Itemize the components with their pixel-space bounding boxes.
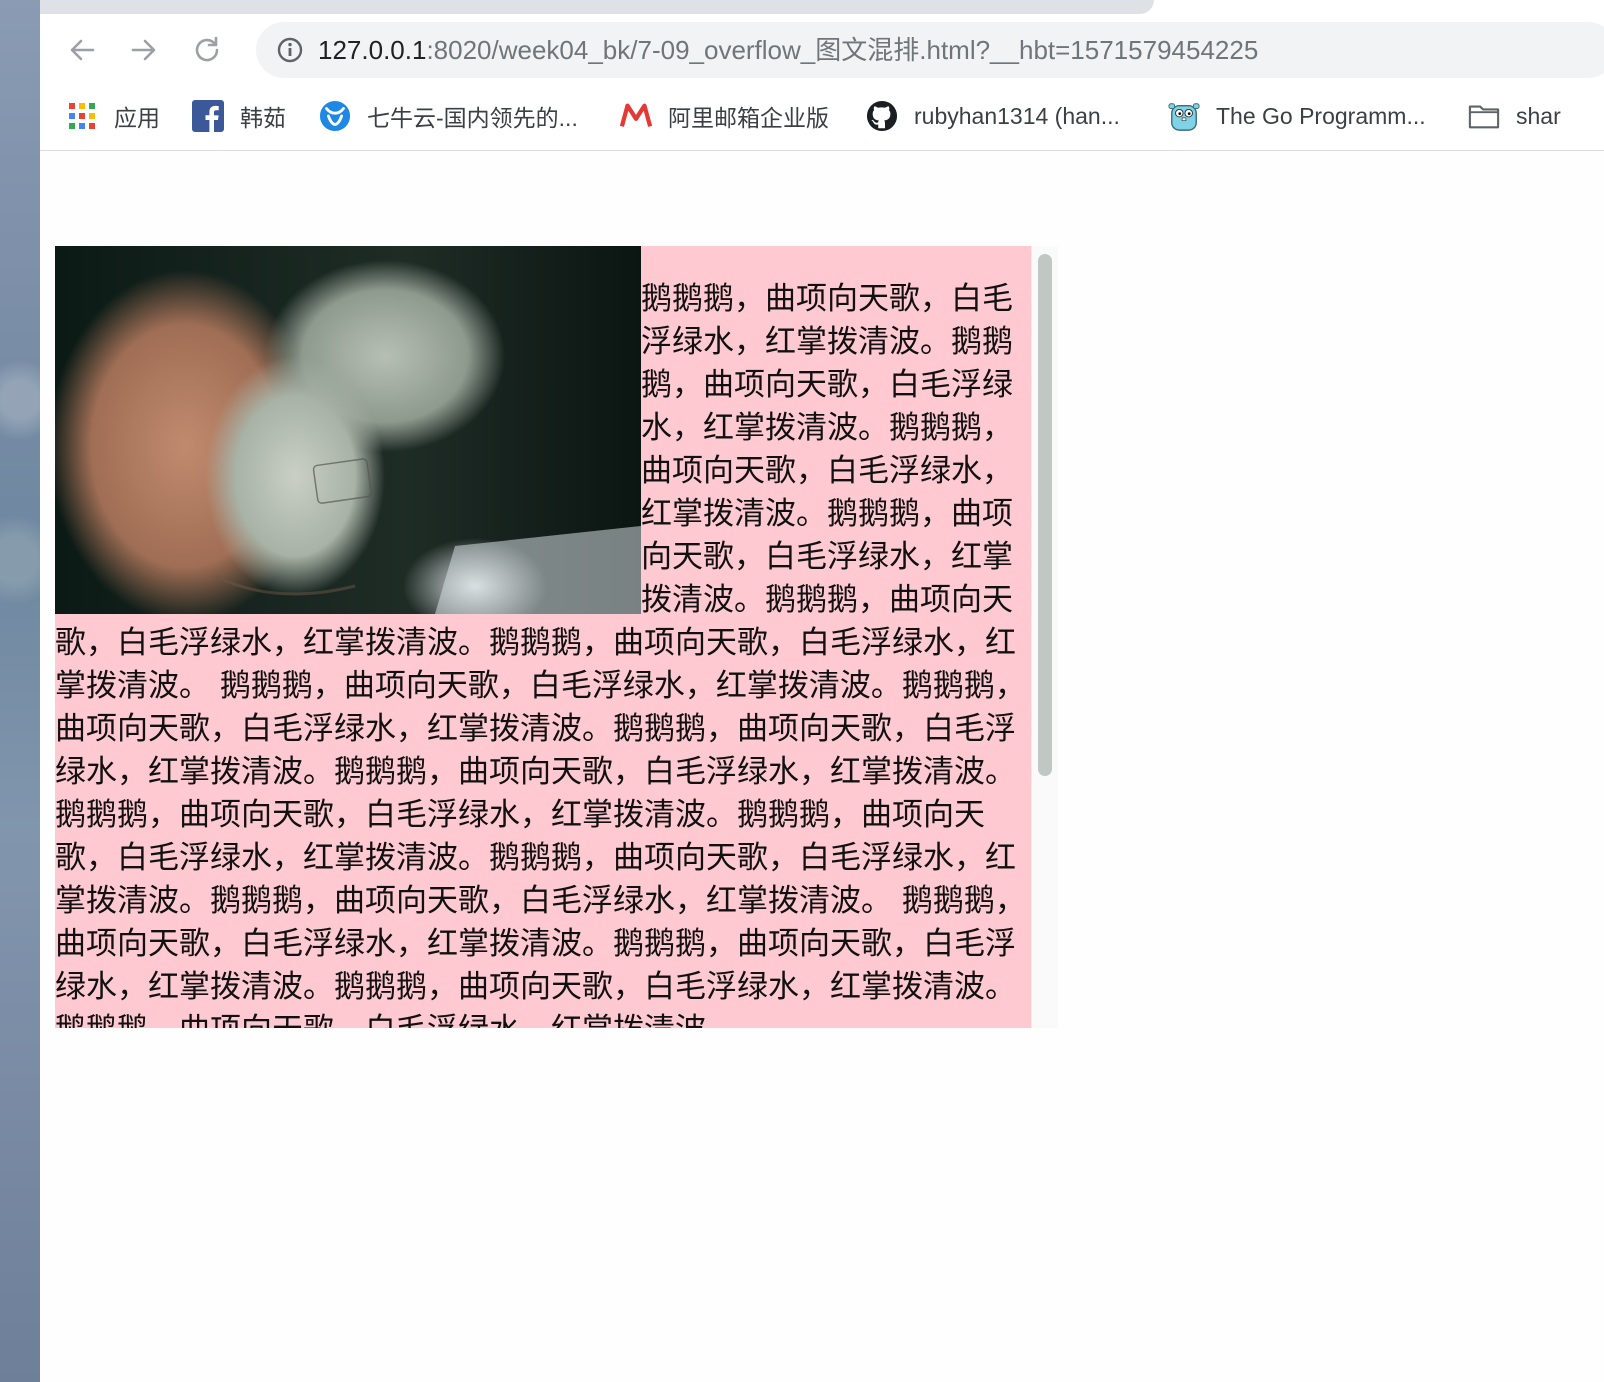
photo-decoration — [214, 458, 641, 614]
bookmarks-bar: 应用 韩茹 七牛云-国内领先的... 阿里邮箱企业版 rubyhan1314 (… — [40, 84, 1604, 151]
bookmark-github[interactable]: rubyhan1314 (han... — [866, 98, 1120, 134]
bookmark-folder-share[interactable]: shar — [1468, 98, 1561, 134]
mail-m-icon — [620, 100, 652, 132]
bookmark-label: 应用 — [114, 105, 160, 131]
address-bar[interactable]: 127.0.0.1:8020/week04_bk/7-09_overflow_图… — [256, 22, 1604, 78]
overflow-scroll-box[interactable]: 鹅鹅鹅，曲项向天歌，白毛浮绿水，红掌拨清波。鹅鹅鹅，曲项向天歌，白毛浮绿水，红掌… — [55, 246, 1031, 1028]
vertical-scrollbar[interactable] — [1031, 246, 1058, 1028]
url-text[interactable]: 127.0.0.1:8020/week04_bk/7-09_overflow_图… — [318, 35, 1258, 65]
url-path: :8020/week04_bk/7-09_overflow_图文混排.html?… — [426, 35, 1259, 65]
bookmark-label: 阿里邮箱企业版 — [668, 105, 829, 131]
scrollbar-thumb[interactable] — [1038, 254, 1052, 776]
bookmark-label: shar — [1516, 102, 1561, 129]
browser-window: 127.0.0.1:8020/week04_bk/7-09_overflow_图… — [40, 0, 1604, 1382]
apps-grid-icon — [66, 100, 98, 132]
folder-icon — [1468, 100, 1500, 132]
desktop-background — [0, 0, 40, 1382]
arrow-right-icon — [131, 39, 156, 61]
qiniu-icon — [319, 100, 351, 132]
github-icon — [866, 100, 898, 132]
browser-toolbar: 127.0.0.1:8020/week04_bk/7-09_overflow_图… — [40, 14, 1604, 84]
active-tab[interactable] — [40, 0, 1154, 14]
reload-button[interactable] — [189, 32, 225, 68]
url-host: 127.0.0.1 — [318, 35, 427, 65]
info-icon[interactable] — [276, 36, 304, 64]
bookmark-go[interactable]: The Go Programm... — [1168, 98, 1426, 134]
forward-button[interactable] — [126, 32, 162, 68]
bookmark-apps[interactable]: 应用 — [66, 98, 160, 134]
floated-photo — [55, 246, 641, 614]
gopher-icon — [1168, 100, 1200, 132]
bookmark-label: The Go Programm... — [1216, 102, 1426, 129]
bookmark-label: rubyhan1314 (han... — [914, 102, 1120, 129]
bookmark-qiniu[interactable]: 七牛云-国内领先的... — [319, 98, 578, 134]
page-viewport: 鹅鹅鹅，曲项向天歌，白毛浮绿水，红掌拨清波。鹅鹅鹅，曲项向天歌，白毛浮绿水，红掌… — [40, 151, 1604, 1382]
bookmark-aliyun-mail[interactable]: 阿里邮箱企业版 — [620, 98, 829, 134]
bookmark-label: 韩茹 — [240, 105, 286, 131]
arrow-left-icon — [70, 39, 95, 61]
bookmark-facebook[interactable]: 韩茹 — [192, 98, 286, 134]
back-button[interactable] — [64, 32, 100, 68]
reload-icon — [195, 36, 219, 62]
facebook-icon — [192, 100, 224, 132]
bookmark-label: 七牛云-国内领先的... — [367, 105, 578, 131]
